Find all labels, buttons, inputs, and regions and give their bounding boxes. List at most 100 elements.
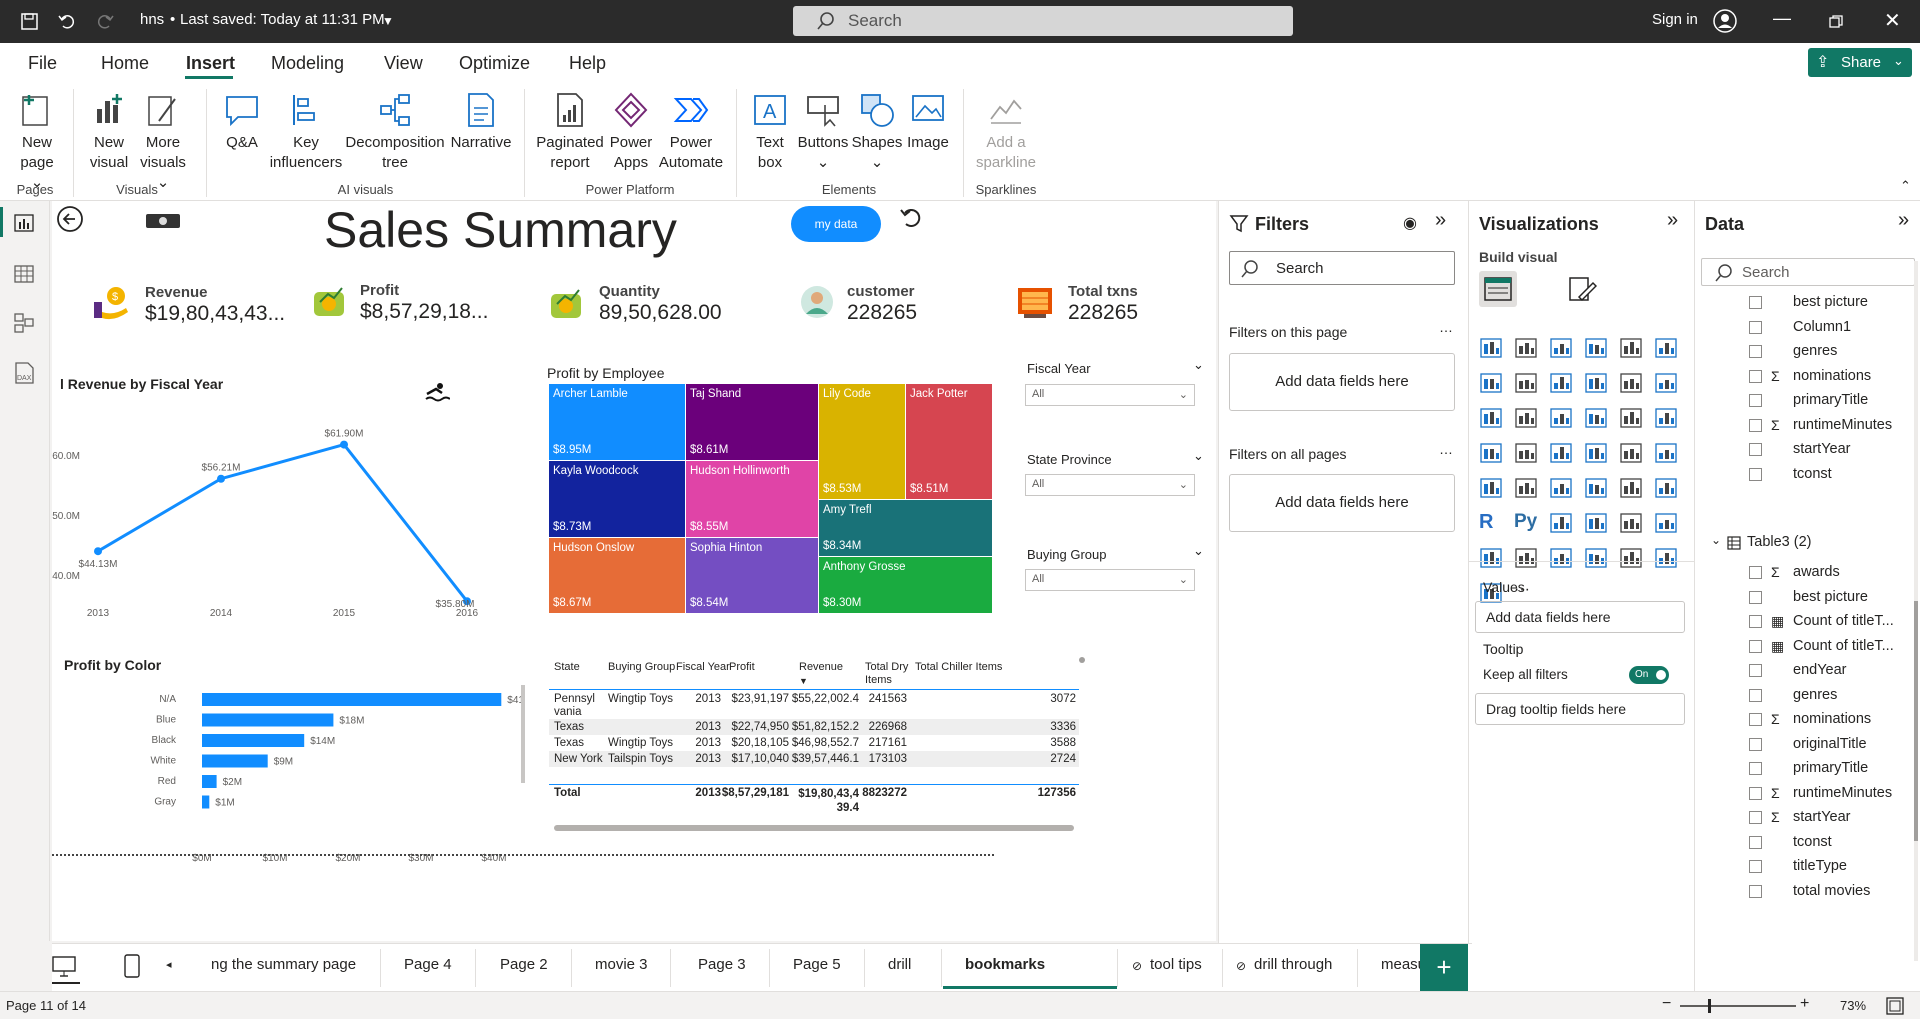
visual-matrix-icon[interactable]	[1654, 476, 1680, 502]
collapse-ribbon-icon[interactable]: ⌃	[1900, 178, 1911, 194]
more-options-icon[interactable]: …	[1439, 441, 1453, 457]
visual-ribbon-icon[interactable]	[1479, 406, 1505, 432]
field-item[interactable]: tconst	[1695, 460, 1920, 490]
shapes-button[interactable]: Shapes ⌄	[851, 91, 903, 173]
field-item[interactable]: total movies	[1695, 877, 1920, 907]
visual-key-influencers-icon[interactable]	[1549, 511, 1575, 537]
tab-page-3[interactable]: Page 3	[698, 956, 746, 973]
field-checkbox[interactable]	[1749, 664, 1762, 677]
visual-button-slicer-icon[interactable]	[1584, 546, 1610, 572]
visual-card-icon[interactable]	[1479, 476, 1505, 502]
line-point[interactable]	[217, 474, 225, 483]
visual-map-icon[interactable]	[1514, 441, 1540, 467]
treemap-tile[interactable]: Kayla Woodcock $8.73M	[549, 461, 685, 537]
visual-line-icon[interactable]	[1479, 371, 1505, 397]
treemap-tile[interactable]: Taj Shand $8.61M	[686, 384, 818, 460]
th-state[interactable]: State	[554, 661, 580, 673]
bar[interactable]	[202, 775, 217, 788]
bar[interactable]	[202, 795, 210, 809]
collapse-filters-icon[interactable]: »	[1435, 209, 1446, 232]
profit-by-color-chart[interactable]: Profit by Color N/A $41M Blue $18M Black $14M…	[52, 657, 522, 877]
visual-stacked-bar-icon[interactable]	[1479, 336, 1505, 362]
redo-icon[interactable]	[95, 11, 115, 31]
visual-pie-icon[interactable]	[1619, 406, 1645, 432]
field-checkbox[interactable]	[1749, 688, 1762, 702]
bar[interactable]	[202, 713, 334, 727]
power-apps-button[interactable]: Power Apps	[606, 91, 656, 173]
fit-to-page-icon[interactable]	[1886, 997, 1904, 1015]
tab-bookmarks[interactable]: bookmarks	[965, 956, 1045, 973]
th-profit[interactable]: Profit	[729, 661, 755, 673]
visual-paginated-icon[interactable]	[1514, 546, 1540, 572]
collapse-data-icon[interactable]: »	[1898, 209, 1909, 232]
th-total-chiller-items[interactable]: Total Chiller Items	[915, 661, 1002, 673]
menu-modeling[interactable]: Modeling	[271, 53, 344, 74]
values-dropzone[interactable]: Add data fields here	[1475, 601, 1685, 633]
tab-movie-3[interactable]: movie 3	[595, 956, 648, 973]
visual-line-column-icon[interactable]	[1619, 371, 1645, 397]
new-page-button[interactable]: New page ⌄	[12, 91, 62, 193]
text-box-button[interactable]: A Text box	[745, 91, 795, 173]
tabs-scroll-left-icon[interactable]: ◂	[166, 958, 172, 971]
visual-area-icon[interactable]	[1514, 371, 1540, 397]
visual-qa-icon[interactable]	[1619, 511, 1645, 537]
visual-line-clustered-icon[interactable]	[1654, 371, 1680, 397]
account-icon[interactable]	[1712, 8, 1738, 34]
visual-clustered-column-icon[interactable]	[1584, 336, 1610, 362]
new-visual-button[interactable]: New visual	[82, 91, 136, 173]
zoom-out-icon[interactable]: −	[1662, 995, 1671, 1013]
field-checkbox[interactable]	[1749, 615, 1762, 628]
visual-gauge-icon[interactable]	[1654, 441, 1680, 467]
table-view-icon[interactable]	[14, 265, 34, 283]
my-data-button[interactable]: my data	[791, 206, 881, 242]
zoom-in-icon[interactable]: +	[1800, 995, 1809, 1013]
data-search-input[interactable]: Search	[1701, 258, 1915, 286]
close-icon[interactable]: ✕	[1884, 8, 1901, 33]
filters-page-dropzone[interactable]: Add data fields here	[1229, 353, 1455, 411]
desktop-view-icon[interactable]	[52, 956, 76, 978]
field-checkbox[interactable]	[1749, 394, 1762, 407]
th-total-dry-items[interactable]: Total Dry Items	[865, 661, 913, 687]
table-row[interactable]: New York Tailspin Toys 2013 $17,10,040 $39,5…	[549, 751, 1079, 767]
report-view-icon[interactable]	[14, 214, 34, 232]
field-checkbox[interactable]	[1749, 418, 1762, 432]
visual-table-icon[interactable]	[1619, 476, 1645, 502]
visual-donut-icon[interactable]	[1654, 406, 1680, 432]
buttons-button[interactable]: Buttons ⌄	[795, 91, 851, 173]
undo-icon[interactable]	[57, 11, 77, 31]
collapse-viz-icon[interactable]: »	[1667, 209, 1678, 232]
minimize-icon[interactable]: —	[1773, 8, 1791, 29]
visual-python-icon[interactable]: Py	[1514, 511, 1540, 537]
filters-search-input[interactable]: Search	[1229, 251, 1455, 285]
slicer-state-dropdown[interactable]: All ⌄	[1025, 474, 1195, 496]
table-row[interactable]: Pennsylvania Wingtip Toys 2013 $23,91,197 $5…	[549, 691, 1079, 719]
visual-100-bar-icon[interactable]	[1619, 336, 1645, 362]
visual-clustered-bar-icon[interactable]	[1549, 336, 1575, 362]
field-checkbox[interactable]	[1749, 811, 1762, 824]
chevron-down-icon[interactable]: ⌄	[1193, 543, 1204, 559]
table3-node[interactable]: ⌄ Table3 (2)	[1695, 528, 1920, 558]
visual-multi-card-icon[interactable]	[1514, 476, 1540, 502]
field-checkbox[interactable]	[1749, 590, 1762, 604]
treemap-tile[interactable]: Anthony Grosse $8.30M	[819, 557, 992, 613]
visual-scatter-icon[interactable]	[1584, 406, 1610, 432]
image-button[interactable]: Image	[903, 91, 953, 153]
field-checkbox[interactable]	[1749, 860, 1762, 873]
reset-icon[interactable]	[899, 205, 925, 231]
chevron-down-icon[interactable]: ⌄	[1193, 448, 1204, 464]
visual-power-apps-icon[interactable]	[1619, 546, 1645, 572]
field-checkbox[interactable]	[1749, 786, 1762, 800]
filters-all-dropzone[interactable]: Add data fields here	[1229, 474, 1455, 532]
visual-r-visual-icon[interactable]: R	[1479, 511, 1505, 537]
visual-narrative-icon[interactable]	[1654, 511, 1680, 537]
menu-optimize[interactable]: Optimize	[459, 53, 530, 74]
table-horizontal-scrollbar[interactable]	[554, 825, 1074, 831]
visual-kpi-icon[interactable]	[1549, 476, 1575, 502]
visual-card-new-icon[interactable]	[1549, 546, 1575, 572]
field-checkbox[interactable]	[1749, 566, 1762, 579]
eye-icon[interactable]: ◉	[1403, 213, 1417, 233]
line-point[interactable]	[94, 547, 102, 556]
visual-shape-map-icon[interactable]	[1584, 441, 1610, 467]
visual-filled-map-icon[interactable]	[1549, 441, 1575, 467]
visual-waterfall-icon[interactable]	[1514, 406, 1540, 432]
